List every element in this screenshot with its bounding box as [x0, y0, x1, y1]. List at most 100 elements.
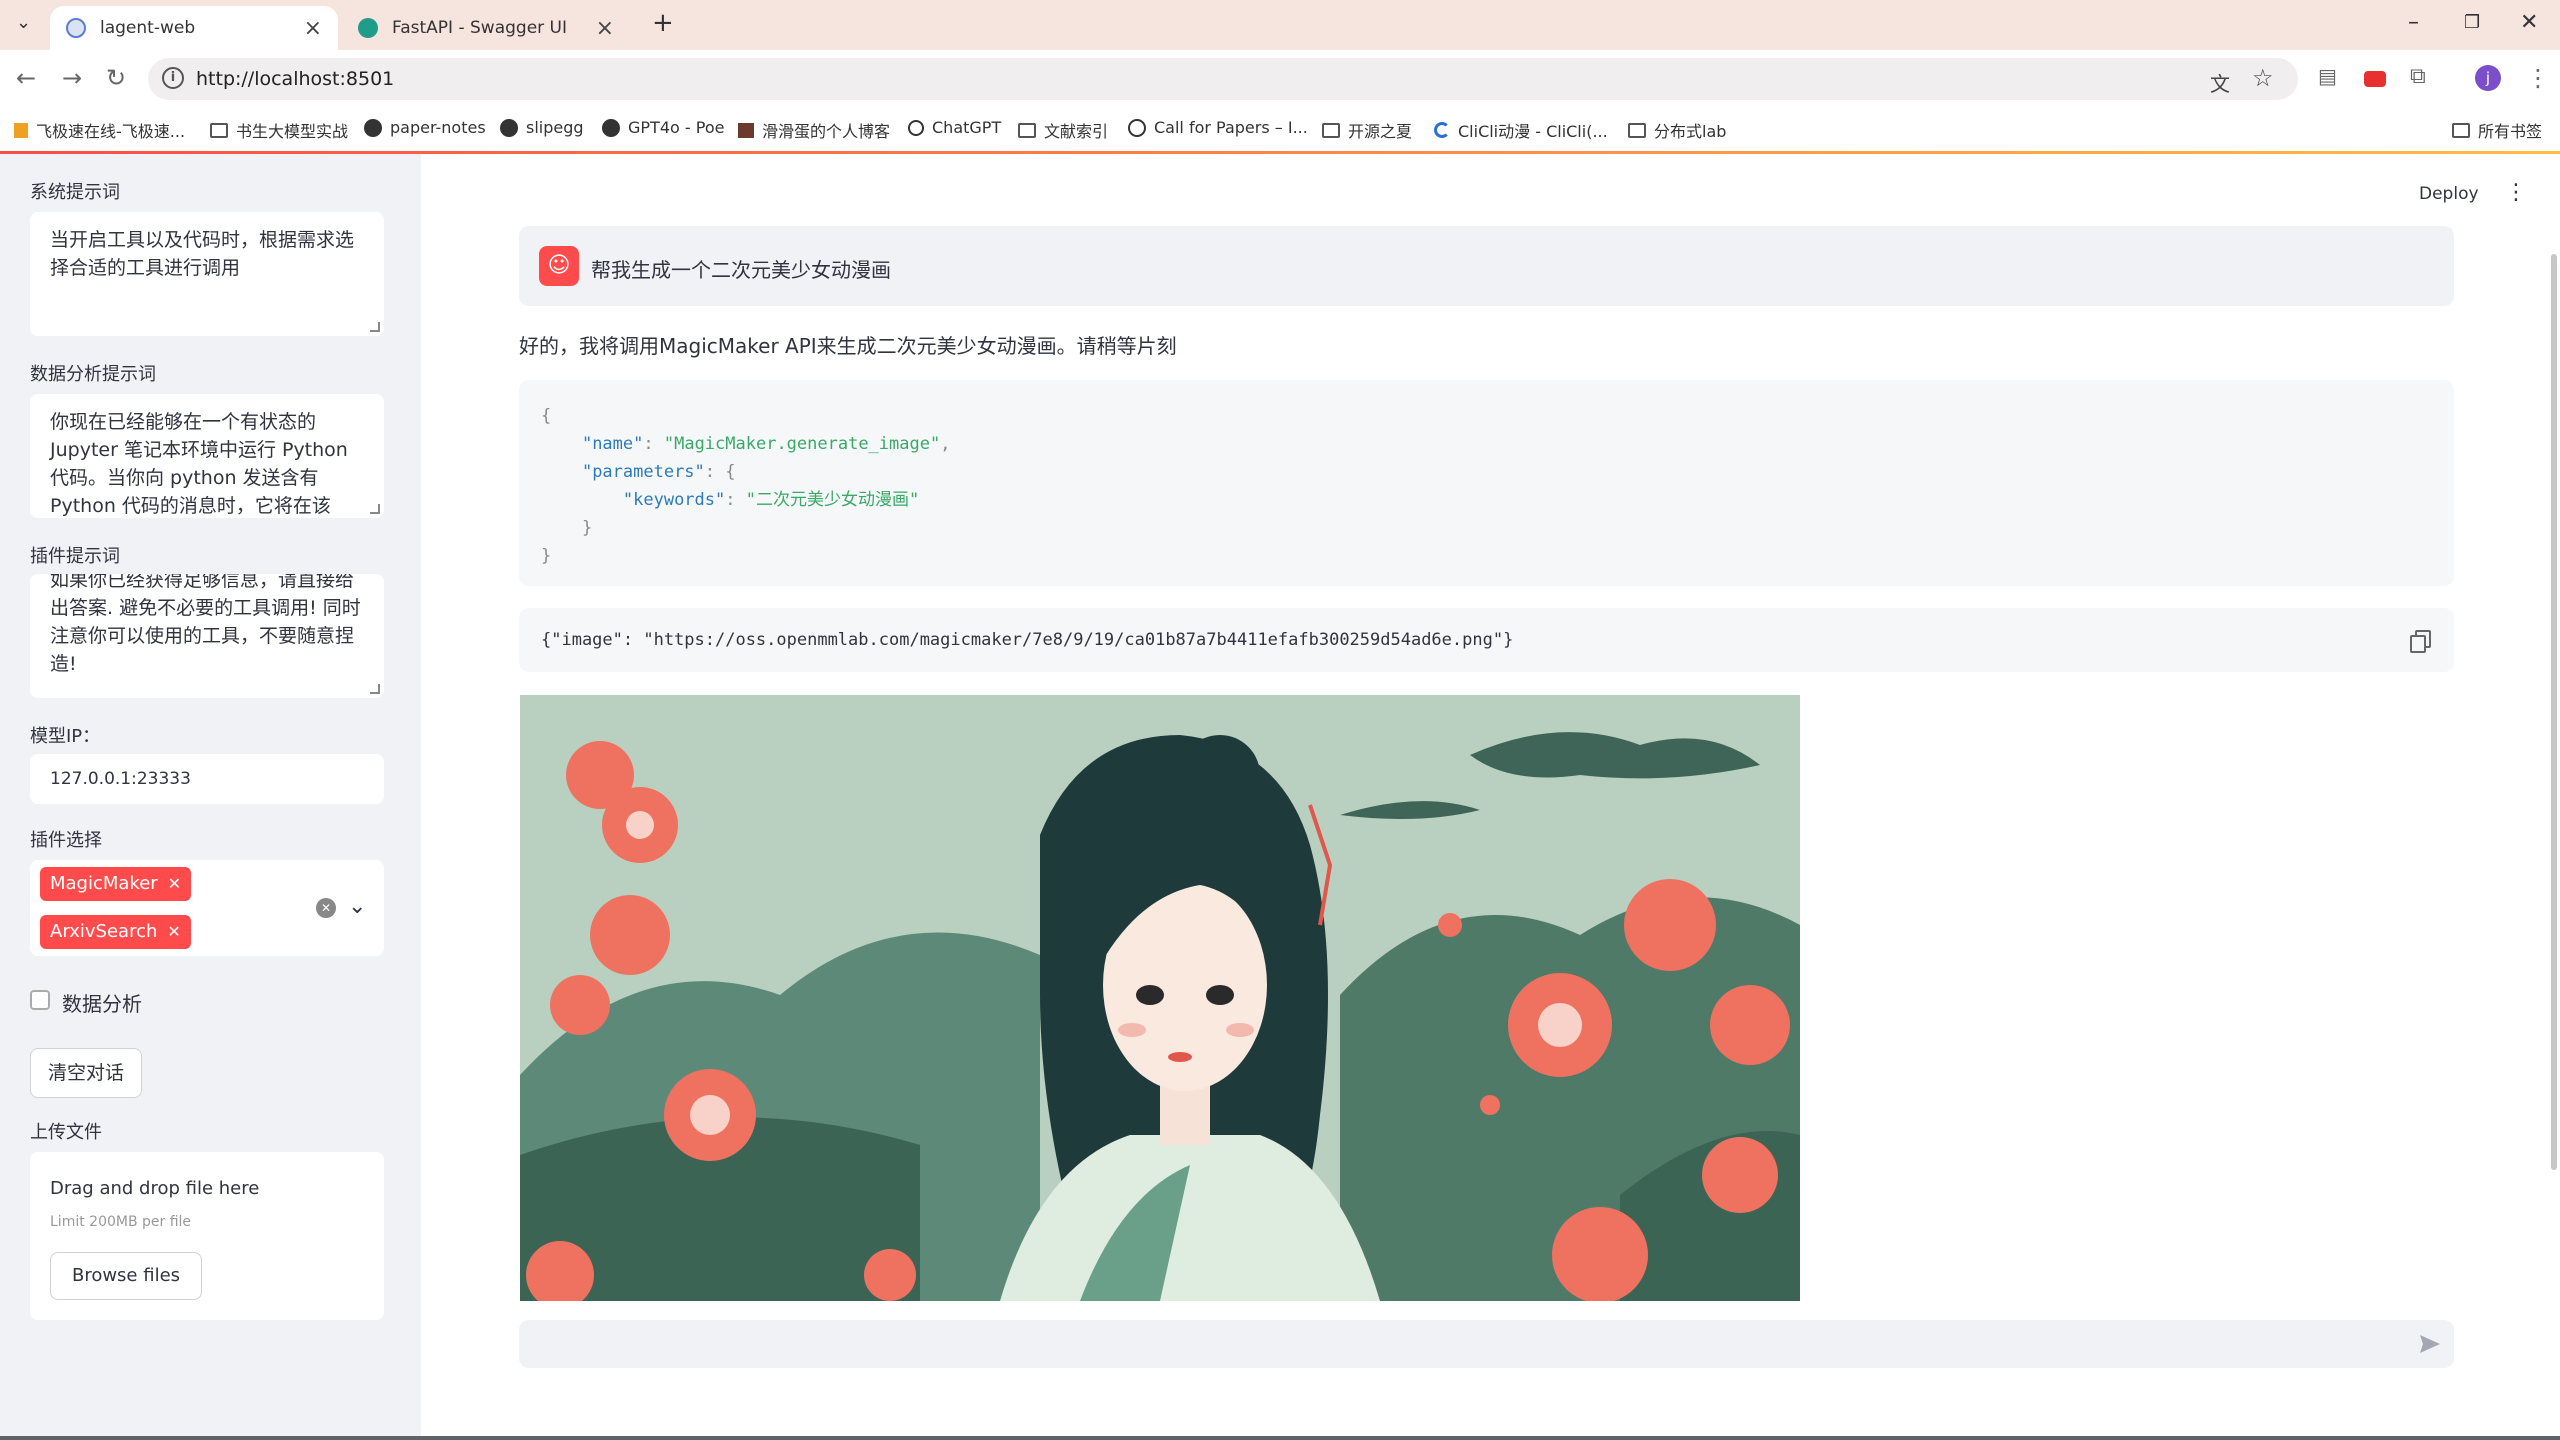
bookmark-poe[interactable]: GPT4o - Poe [602, 118, 724, 137]
window-close-icon[interactable]: ✕ [2520, 10, 2538, 35]
resize-handle-icon[interactable] [370, 684, 380, 694]
poe-icon [602, 118, 620, 137]
fastapi-favicon-icon [358, 18, 378, 38]
tab-search-icon[interactable]: ⌄ [16, 12, 31, 33]
extensions-icon[interactable]: ⧉ [2410, 64, 2426, 89]
main-content: Deploy ⋮ ☺ 帮我生成一个二次元美少女动漫画 好的，我将调用MagicM… [421, 154, 2560, 1440]
tab-title: FastAPI - Swagger UI [392, 18, 567, 38]
site-info-icon[interactable]: i [162, 67, 184, 89]
folder-icon [1018, 122, 1036, 138]
clear-selection-icon[interactable]: ✕ [316, 898, 336, 918]
remove-chip-icon[interactable]: ✕ [168, 874, 181, 893]
bookmark-folder-shusheng[interactable]: 书生大模型实战 [210, 118, 348, 142]
bookmarks-bar: 飞极速在线-飞极速... 书生大模型实战 paper-notes slipegg… [0, 108, 2560, 152]
address-bar: ← → ↻ i http://localhost:8501 文 ☆ ▤ ⧉ j … [0, 50, 2560, 108]
remove-chip-icon[interactable]: ✕ [167, 922, 180, 941]
streamlit-favicon-icon [66, 18, 86, 38]
browser-menu-icon[interactable]: ⋮ [2526, 64, 2550, 92]
tool-result-text: {"image": "https://oss.openmmlab.com/mag… [541, 630, 1514, 650]
back-icon[interactable]: ← [16, 64, 36, 92]
model-ip-input[interactable]: 127.0.0.1:23333 [30, 754, 384, 804]
folder-icon [2452, 122, 2470, 138]
resize-handle-icon[interactable] [370, 504, 380, 514]
bookmark-paper-notes[interactable]: paper-notes [364, 118, 486, 137]
plugin-select-label: 插件选择 [30, 830, 102, 851]
tab-close-icon[interactable]: × [596, 16, 614, 41]
deploy-button[interactable]: Deploy [2419, 184, 2479, 204]
chat-input[interactable] [519, 1320, 2454, 1368]
bookmark-blog[interactable]: 滑滑蛋的个人博客 [738, 118, 890, 142]
data-analysis-label: 数据分析 [62, 992, 142, 1016]
bookmark-feijisu[interactable]: 飞极速在线-飞极速... [14, 118, 185, 142]
data-analysis-checkbox[interactable] [30, 990, 50, 1010]
user-message-text: 帮我生成一个二次元美少女动漫画 [591, 258, 891, 282]
system-prompt-textarea[interactable]: 当开启工具以及代码时，根据需求选择合适的工具进行调用 [30, 212, 384, 336]
bookmark-folder-kaiyuan[interactable]: 开源之夏 [1322, 118, 1412, 142]
url-text: http://localhost:8501 [196, 68, 395, 90]
anime-girl-illustration [520, 695, 1800, 1301]
plugin-chip-magicmaker[interactable]: MagicMaker ✕ [40, 867, 192, 901]
reload-icon[interactable]: ↻ [106, 64, 126, 92]
user-message: ☺ 帮我生成一个二次元美少女动漫画 [519, 226, 2454, 306]
dropzone-limit: Limit 200MB per file [50, 1214, 192, 1230]
send-icon[interactable] [2418, 1332, 2442, 1356]
url-field[interactable]: i http://localhost:8501 文 ☆ [148, 58, 2298, 100]
assistant-reply-text: 好的，我将调用MagicMaker API来生成二次元美少女动漫画。请稍等片刻 [519, 334, 1177, 358]
github-icon [500, 118, 518, 137]
dropzone-title: Drag and drop file here [50, 1178, 260, 1199]
bookmark-chatgpt[interactable]: ChatGPT [908, 118, 1001, 137]
minimize-icon[interactable]: – [2408, 10, 2419, 35]
bookmark-call-for-papers[interactable]: Call for Papers – I... [1128, 118, 1308, 137]
bookmark-slipegg[interactable]: slipegg [500, 118, 584, 137]
tab-close-icon[interactable]: × [304, 16, 322, 41]
plugin-prompt-text: 如果你已经获得足够信息，请直接给出答案. 避免不必要的工具调用! 同时注意你可以… [50, 574, 361, 675]
github-icon [364, 118, 382, 137]
window-bottom-edge [0, 1436, 2560, 1440]
extension-record-icon[interactable] [2364, 71, 2386, 87]
browser-tab-strip: ⌄ lagent-web × FastAPI - Swagger UI × + … [0, 0, 2560, 50]
tab-title: lagent-web [100, 18, 196, 38]
folder-icon [210, 122, 228, 138]
forward-icon[interactable]: → [62, 64, 82, 92]
bookmark-clicli[interactable]: CliCli动漫 - CliCli(... [1434, 118, 1608, 142]
plugin-chip-arxivsearch[interactable]: ArxivSearch ✕ [40, 915, 191, 949]
blog-favicon-icon [738, 122, 754, 138]
bookmark-folder-wenxian[interactable]: 文献索引 [1018, 118, 1108, 142]
sidebar: 系统提示词 当开启工具以及代码时，根据需求选择合适的工具进行调用 数据分析提示词… [0, 154, 421, 1440]
copy-icon[interactable] [2410, 630, 2431, 653]
app-menu-icon[interactable]: ⋮ [2505, 180, 2527, 205]
new-tab-icon[interactable]: + [652, 8, 674, 38]
upload-label: 上传文件 [30, 1122, 102, 1143]
globe-icon [1128, 118, 1146, 137]
chatgpt-icon [908, 119, 924, 136]
bookmark-folder-all[interactable]: 所有书签 [2452, 118, 2542, 142]
tool-result-block: {"image": "https://oss.openmmlab.com/mag… [519, 608, 2454, 672]
folder-icon [1628, 122, 1646, 138]
main-scrollbar[interactable] [2551, 254, 2557, 1170]
translate-icon[interactable]: 文 [2210, 68, 2230, 97]
profile-avatar[interactable]: j [2475, 65, 2501, 91]
data-prompt-textarea[interactable]: 你现在已经能够在一个有状态的 Jupyter 笔记本环境中运行 Python 代… [30, 394, 384, 518]
folder-icon [1322, 122, 1340, 138]
generated-anime-image [520, 695, 1800, 1301]
chevron-down-icon[interactable]: ⌄ [348, 894, 366, 919]
bookmark-folder-fenbushi[interactable]: 分布式lab [1628, 118, 1726, 142]
clear-chat-button[interactable]: 清空对话 [30, 1048, 142, 1098]
plugin-prompt-label: 插件提示词 [30, 546, 120, 567]
system-prompt-label: 系统提示词 [30, 182, 120, 203]
model-ip-label: 模型IP： [30, 726, 101, 747]
feijisu-favicon-icon [14, 122, 28, 138]
user-avatar-icon: ☺ [539, 246, 579, 286]
plugin-prompt-textarea[interactable]: 如果你已经获得足够信息，请直接给出答案. 避免不必要的工具调用! 同时注意你可以… [30, 574, 384, 698]
file-dropzone[interactable]: Drag and drop file here Limit 200MB per … [30, 1152, 384, 1320]
bookmark-star-icon[interactable]: ☆ [2252, 64, 2274, 92]
tool-call-code-block: { "name": "MagicMaker.generate_image", "… [519, 380, 2454, 586]
resize-handle-icon[interactable] [370, 322, 380, 332]
tab-swagger[interactable]: FastAPI - Swagger UI × [342, 6, 630, 50]
data-prompt-label: 数据分析提示词 [30, 364, 156, 385]
tab-lagent-web[interactable]: lagent-web × [50, 6, 338, 50]
browse-files-button[interactable]: Browse files [50, 1252, 202, 1300]
reading-list-icon[interactable]: ▤ [2318, 64, 2337, 88]
clicli-icon [1434, 122, 1450, 138]
restore-icon[interactable]: ❐ [2464, 12, 2480, 33]
